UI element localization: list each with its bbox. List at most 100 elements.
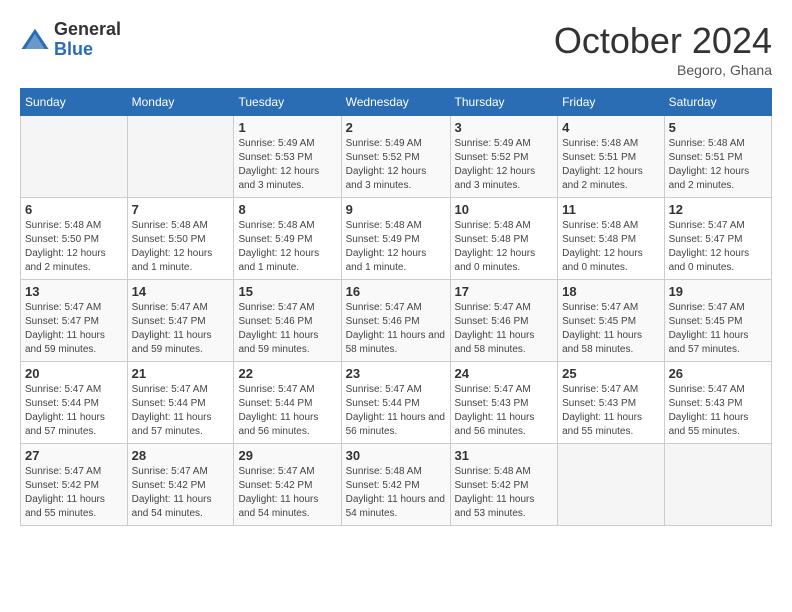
calendar-cell: 12 Sunrise: 5:47 AMSunset: 5:47 PMDayligh… — [664, 198, 771, 280]
day-info: Sunrise: 5:47 AMSunset: 5:44 PMDaylight:… — [238, 383, 336, 439]
calendar-cell: 6 Sunrise: 5:48 AMSunset: 5:50 PMDaylight… — [21, 198, 128, 280]
calendar-cell: 10Sunrise: 5:48 AMSunset: 5:48 PMDayligh… — [450, 198, 558, 280]
calendar-cell: 30 Sunrise: 5:48 AMSunset: 5:42 PMDayligh… — [341, 444, 450, 526]
logo-general: General — [54, 20, 121, 40]
calendar-cell: 28 Sunrise: 5:47 AMSunset: 5:42 PMDayligh… — [127, 444, 234, 526]
calendar-cell: 7Sunrise: 5:48 AMSunset: 5:50 PMDaylight… — [127, 198, 234, 280]
title-section: October 2024 Begoro, Ghana — [554, 20, 772, 78]
day-number: 19 — [669, 284, 767, 299]
weekday-header-tuesday: Tuesday — [234, 89, 341, 116]
day-number: 14 — [132, 284, 230, 299]
day-number: 16 — [346, 284, 446, 299]
calendar-cell: 11 Sunrise: 5:48 AMSunset: 5:48 PMDayligh… — [558, 198, 664, 280]
day-info: Sunrise: 5:47 AMSunset: 5:43 PMDaylight:… — [455, 383, 554, 439]
day-info: Sunrise: 5:47 AMSunset: 5:42 PMDaylight:… — [25, 465, 123, 521]
day-info: Sunrise: 5:48 AMSunset: 5:50 PMDaylight:… — [25, 219, 123, 275]
calendar-cell: 8 Sunrise: 5:48 AMSunset: 5:49 PMDaylight… — [234, 198, 341, 280]
day-number: 22 — [238, 366, 336, 381]
day-info: Sunrise: 5:47 AMSunset: 5:44 PMDaylight:… — [346, 383, 446, 439]
weekday-header-thursday: Thursday — [450, 89, 558, 116]
day-number: 2 — [346, 120, 446, 135]
calendar-cell: 14 Sunrise: 5:47 AMSunset: 5:47 PMDayligh… — [127, 280, 234, 362]
day-number: 17 — [455, 284, 554, 299]
day-number: 15 — [238, 284, 336, 299]
logo-blue: Blue — [54, 40, 121, 60]
logo-text: General Blue — [54, 20, 121, 60]
calendar-cell — [558, 444, 664, 526]
day-number: 8 — [238, 202, 336, 217]
weekday-header-monday: Monday — [127, 89, 234, 116]
page-header: General Blue October 2024 Begoro, Ghana — [20, 20, 772, 78]
weekday-header-row: SundayMondayTuesdayWednesdayThursdayFrid… — [21, 89, 772, 116]
day-info: Sunrise: 5:48 AMSunset: 5:49 PMDaylight:… — [238, 219, 336, 275]
day-info: Sunrise: 5:48 AMSunset: 5:42 PMDaylight:… — [346, 465, 446, 521]
calendar-cell: 21 Sunrise: 5:47 AMSunset: 5:44 PMDayligh… — [127, 362, 234, 444]
day-number: 24 — [455, 366, 554, 381]
day-number: 6 — [25, 202, 123, 217]
calendar-cell: 23 Sunrise: 5:47 AMSunset: 5:44 PMDayligh… — [341, 362, 450, 444]
day-info: Sunrise: 5:48 AMSunset: 5:51 PMDaylight:… — [562, 137, 659, 193]
calendar-cell: 1Sunrise: 5:49 AMSunset: 5:53 PMDaylight… — [234, 116, 341, 198]
day-info: Sunrise: 5:48 AMSunset: 5:49 PMDaylight:… — [346, 219, 446, 275]
day-info: Sunrise: 5:47 AMSunset: 5:47 PMDaylight:… — [132, 301, 230, 357]
calendar-week-row: 13 Sunrise: 5:47 AMSunset: 5:47 PMDayligh… — [21, 280, 772, 362]
day-info: Sunrise: 5:47 AMSunset: 5:43 PMDaylight:… — [562, 383, 659, 439]
calendar-body: 1Sunrise: 5:49 AMSunset: 5:53 PMDaylight… — [21, 116, 772, 526]
day-info: Sunrise: 5:48 AMSunset: 5:42 PMDaylight:… — [455, 465, 554, 521]
calendar-cell: 25Sunrise: 5:47 AMSunset: 5:43 PMDayligh… — [558, 362, 664, 444]
day-info: Sunrise: 5:47 AMSunset: 5:46 PMDaylight:… — [346, 301, 446, 357]
calendar-cell — [664, 444, 771, 526]
location: Begoro, Ghana — [554, 62, 772, 78]
calendar-cell — [21, 116, 128, 198]
weekday-header-friday: Friday — [558, 89, 664, 116]
day-number: 29 — [238, 448, 336, 463]
day-number: 18 — [562, 284, 659, 299]
day-number: 27 — [25, 448, 123, 463]
day-number: 3 — [455, 120, 554, 135]
calendar-week-row: 6 Sunrise: 5:48 AMSunset: 5:50 PMDaylight… — [21, 198, 772, 280]
day-number: 10 — [455, 202, 554, 217]
day-number: 12 — [669, 202, 767, 217]
day-info: Sunrise: 5:47 AMSunset: 5:45 PMDaylight:… — [562, 301, 659, 357]
day-number: 11 — [562, 202, 659, 217]
calendar-cell: 22 Sunrise: 5:47 AMSunset: 5:44 PMDayligh… — [234, 362, 341, 444]
calendar-cell: 4Sunrise: 5:48 AMSunset: 5:51 PMDaylight… — [558, 116, 664, 198]
day-info: Sunrise: 5:47 AMSunset: 5:44 PMDaylight:… — [25, 383, 123, 439]
calendar-header: SundayMondayTuesdayWednesdayThursdayFrid… — [21, 89, 772, 116]
day-info: Sunrise: 5:47 AMSunset: 5:44 PMDaylight:… — [132, 383, 230, 439]
day-info: Sunrise: 5:49 AMSunset: 5:52 PMDaylight:… — [455, 137, 554, 193]
day-number: 28 — [132, 448, 230, 463]
day-info: Sunrise: 5:49 AMSunset: 5:52 PMDaylight:… — [346, 137, 446, 193]
day-number: 9 — [346, 202, 446, 217]
day-number: 13 — [25, 284, 123, 299]
calendar-cell: 9 Sunrise: 5:48 AMSunset: 5:49 PMDaylight… — [341, 198, 450, 280]
weekday-header-saturday: Saturday — [664, 89, 771, 116]
calendar-cell: 20Sunrise: 5:47 AMSunset: 5:44 PMDayligh… — [21, 362, 128, 444]
calendar-cell: 2 Sunrise: 5:49 AMSunset: 5:52 PMDaylight… — [341, 116, 450, 198]
day-number: 30 — [346, 448, 446, 463]
weekday-header-sunday: Sunday — [21, 89, 128, 116]
day-info: Sunrise: 5:47 AMSunset: 5:42 PMDaylight:… — [132, 465, 230, 521]
day-info: Sunrise: 5:48 AMSunset: 5:51 PMDaylight:… — [669, 137, 767, 193]
day-info: Sunrise: 5:48 AMSunset: 5:48 PMDaylight:… — [562, 219, 659, 275]
calendar-cell: 24 Sunrise: 5:47 AMSunset: 5:43 PMDayligh… — [450, 362, 558, 444]
day-info: Sunrise: 5:47 AMSunset: 5:43 PMDaylight:… — [669, 383, 767, 439]
calendar-cell: 31Sunrise: 5:48 AMSunset: 5:42 PMDayligh… — [450, 444, 558, 526]
calendar-cell: 3 Sunrise: 5:49 AMSunset: 5:52 PMDaylight… — [450, 116, 558, 198]
day-number: 21 — [132, 366, 230, 381]
logo-icon — [20, 25, 50, 55]
logo: General Blue — [20, 20, 121, 60]
day-info: Sunrise: 5:47 AMSunset: 5:46 PMDaylight:… — [455, 301, 554, 357]
calendar-cell: 26Sunrise: 5:47 AMSunset: 5:43 PMDayligh… — [664, 362, 771, 444]
day-info: Sunrise: 5:47 AMSunset: 5:47 PMDaylight:… — [669, 219, 767, 275]
day-info: Sunrise: 5:47 AMSunset: 5:42 PMDaylight:… — [238, 465, 336, 521]
calendar-cell: 13 Sunrise: 5:47 AMSunset: 5:47 PMDayligh… — [21, 280, 128, 362]
calendar-cell: 27 Sunrise: 5:47 AMSunset: 5:42 PMDayligh… — [21, 444, 128, 526]
day-number: 1 — [238, 120, 336, 135]
calendar-week-row: 1Sunrise: 5:49 AMSunset: 5:53 PMDaylight… — [21, 116, 772, 198]
day-info: Sunrise: 5:47 AMSunset: 5:45 PMDaylight:… — [669, 301, 767, 357]
calendar-cell — [127, 116, 234, 198]
day-info: Sunrise: 5:47 AMSunset: 5:47 PMDaylight:… — [25, 301, 123, 357]
day-number: 23 — [346, 366, 446, 381]
weekday-header-wednesday: Wednesday — [341, 89, 450, 116]
